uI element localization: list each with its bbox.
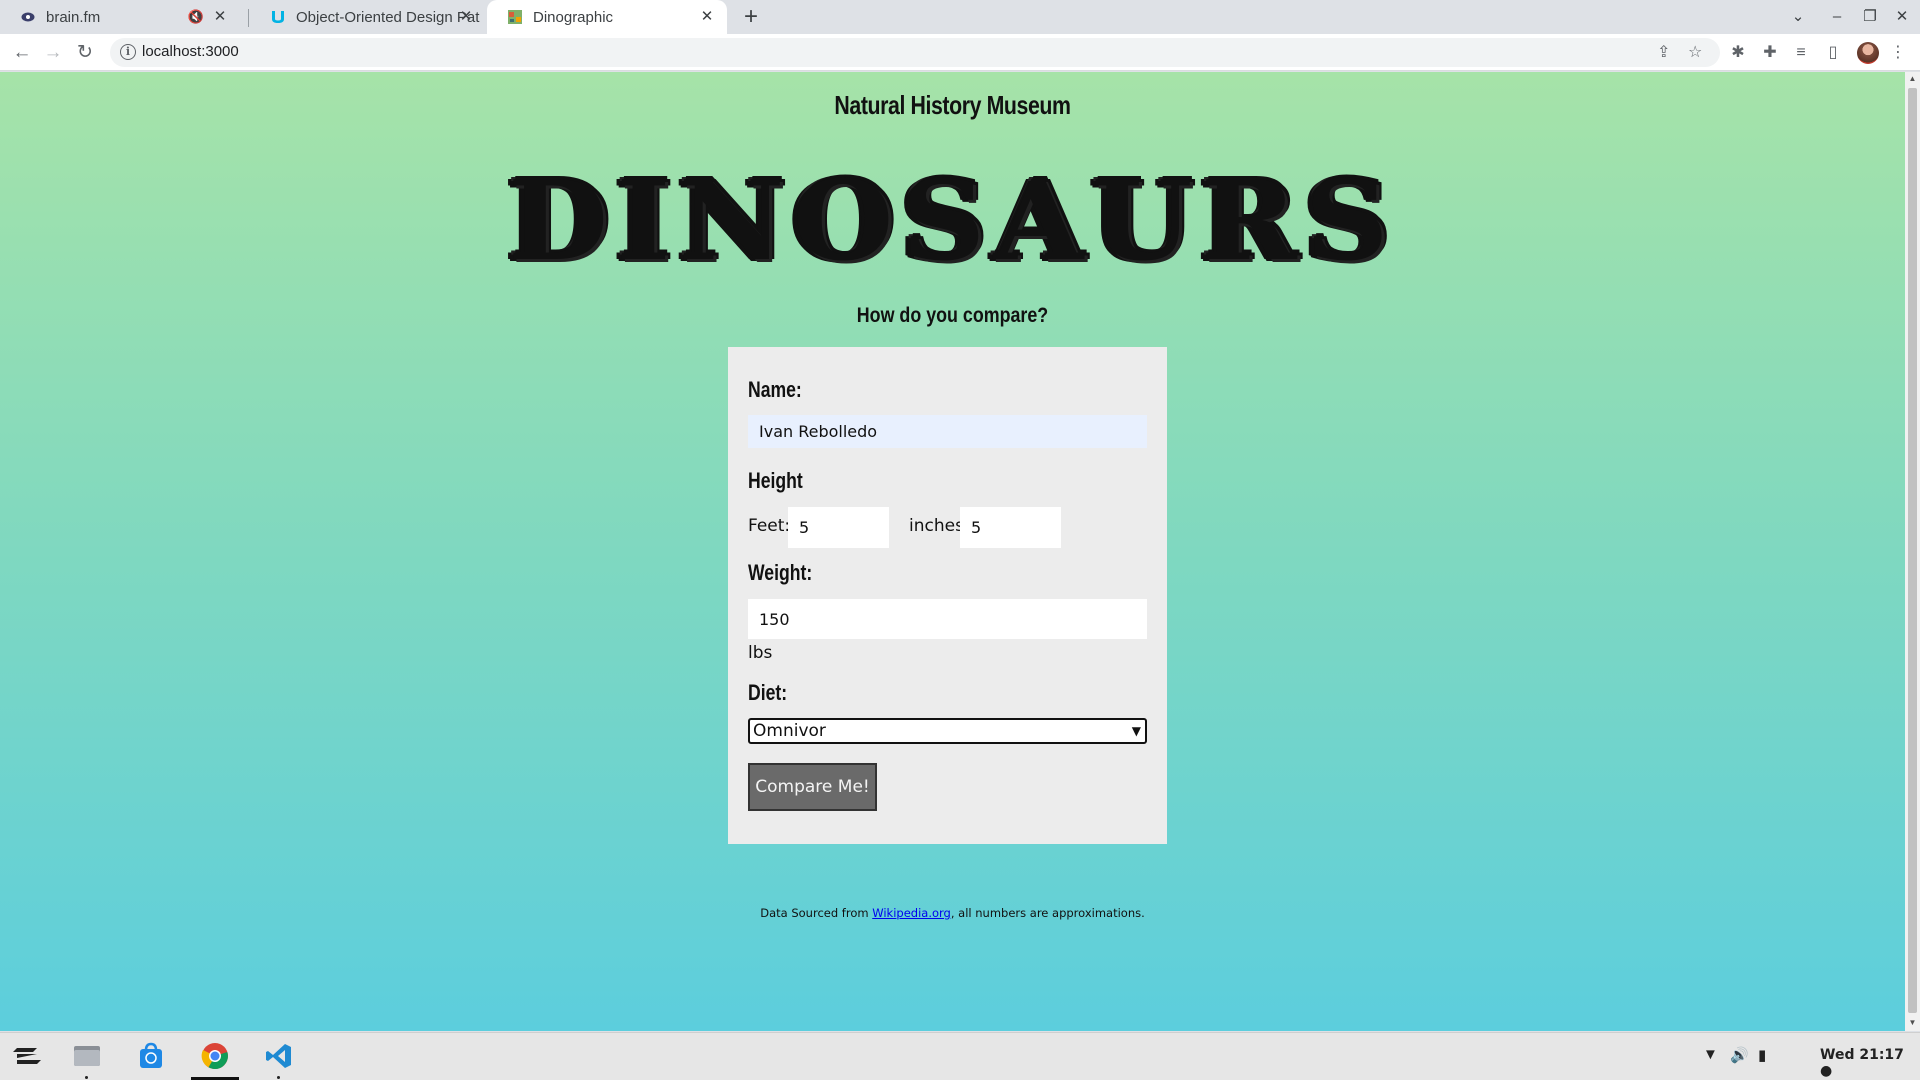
clock[interactable]: Wed 21:17 ● xyxy=(1820,1047,1920,1079)
footer-prefix: Data Sourced from xyxy=(760,906,873,920)
name-label: Name: xyxy=(748,377,802,402)
back-arrow-icon[interactable]: ← xyxy=(9,40,35,66)
share-icon[interactable]: ⇪ xyxy=(1657,42,1670,62)
compare-me-button[interactable]: Compare Me! xyxy=(748,763,877,811)
tab-brainfm[interactable]: brain.fm 🔇 ✕ xyxy=(0,0,240,34)
url-text[interactable]: localhost:3000 xyxy=(142,43,239,60)
weight-unit: lbs xyxy=(748,643,773,663)
udacity-icon xyxy=(270,9,286,25)
battery-icon[interactable]: ▮ xyxy=(1758,1046,1766,1064)
files-icon[interactable] xyxy=(70,1039,104,1079)
side-panel-icon[interactable]: ▯ xyxy=(1821,41,1845,65)
site-info-icon[interactable]: i xyxy=(120,44,136,60)
running-indicator xyxy=(85,1076,88,1079)
restore-icon[interactable]: ❐ xyxy=(1856,6,1884,28)
running-indicator xyxy=(277,1076,280,1079)
extension-bug-icon[interactable]: ✱ xyxy=(1726,41,1750,65)
tab-strip: brain.fm 🔇 ✕ Object-Oriented Design Pat … xyxy=(0,0,1920,34)
dinographic-icon xyxy=(507,9,523,25)
tab-search-icon[interactable]: ⌄ xyxy=(1784,6,1812,28)
media-queue-icon[interactable]: ≡ xyxy=(1789,41,1813,65)
more-menu-icon[interactable]: ⋮ xyxy=(1886,41,1910,65)
name-input[interactable]: Ivan Rebolledo xyxy=(748,415,1147,448)
zorin-menu-icon[interactable] xyxy=(10,1039,44,1073)
address-bar[interactable]: i localhost:3000 ⇪ ☆ xyxy=(110,38,1720,67)
tab-title: Dinographic xyxy=(533,8,614,26)
hero-wrap: DINOSAURS xyxy=(0,156,1905,285)
weight-input[interactable]: 150 xyxy=(748,599,1147,639)
compare-question: How do you compare? xyxy=(856,304,1049,327)
brainfm-icon xyxy=(20,9,36,25)
bookmark-star-icon[interactable]: ☆ xyxy=(1688,42,1702,62)
close-tab-icon[interactable]: ✕ xyxy=(458,9,474,25)
diet-selected-value: Omnivor xyxy=(753,721,826,741)
scroll-down-icon[interactable]: ▼ xyxy=(1908,1018,1917,1027)
inches-input[interactable]: 5 xyxy=(960,507,1061,548)
wifi-icon[interactable]: ▼ xyxy=(1703,1046,1718,1063)
close-tab-icon[interactable]: ✕ xyxy=(699,9,715,25)
feet-label: Feet: xyxy=(748,516,791,536)
speaker-muted-icon[interactable]: 🔇 xyxy=(188,9,204,25)
forward-arrow-icon[interactable]: → xyxy=(40,40,66,66)
diet-select[interactable]: Omnivor ▼ xyxy=(748,718,1147,744)
extensions-puzzle-icon[interactable]: ✚ xyxy=(1758,41,1782,65)
page-scrollbar[interactable]: ▲ ▼ xyxy=(1905,72,1920,1031)
feet-input[interactable]: 5 xyxy=(788,507,889,548)
close-window-icon[interactable]: ✕ xyxy=(1888,6,1916,28)
page-viewport: Natural History Museum DINOSAURS How do … xyxy=(0,72,1905,1031)
compare-form: Name: Ivan Rebolledo Height Feet: 5 inch… xyxy=(728,347,1167,844)
tab-object-oriented[interactable]: Object-Oriented Design Pat ✕ xyxy=(250,0,486,34)
footer-suffix: , all numbers are approximations. xyxy=(950,906,1145,920)
os-taskbar: ▼ 🔊 ▮ Wed 21:17 ● xyxy=(0,1032,1920,1080)
volume-icon[interactable]: 🔊 xyxy=(1730,1046,1749,1064)
browser-toolbar: ← → ↻ i localhost:3000 ⇪ ☆ ✱ ✚ ≡ ▯ ⋮ xyxy=(0,34,1920,71)
tab-title: brain.fm xyxy=(46,8,101,26)
diet-label: Diet: xyxy=(748,680,788,705)
profile-avatar[interactable] xyxy=(1857,42,1879,64)
new-tab-button[interactable]: + xyxy=(737,4,765,32)
dinosaurs-hero-title: DINOSAURS xyxy=(507,156,1398,285)
tab-dinographic[interactable]: Dinographic ✕ xyxy=(487,0,727,34)
footer-note: Data Sourced from Wikipedia.org, all num… xyxy=(0,906,1905,920)
tab-separator xyxy=(248,9,249,27)
wikipedia-link[interactable]: Wikipedia.org xyxy=(872,906,951,920)
weight-label: Weight: xyxy=(748,560,813,585)
vscode-icon[interactable] xyxy=(262,1039,296,1079)
museum-title: Natural History Museum xyxy=(834,90,1071,120)
software-store-icon[interactable] xyxy=(134,1039,168,1073)
scrollbar-thumb[interactable] xyxy=(1908,88,1917,1013)
clock-text: Wed 21:17 xyxy=(1820,1047,1904,1063)
reload-icon[interactable]: ↻ xyxy=(72,40,98,66)
scroll-up-icon[interactable]: ▲ xyxy=(1908,74,1917,83)
chevron-down-icon: ▼ xyxy=(1131,724,1141,738)
close-tab-icon[interactable]: ✕ xyxy=(212,9,228,25)
height-label: Height xyxy=(748,468,803,493)
minimize-icon[interactable]: – xyxy=(1823,6,1851,28)
chrome-icon[interactable] xyxy=(191,1039,239,1080)
